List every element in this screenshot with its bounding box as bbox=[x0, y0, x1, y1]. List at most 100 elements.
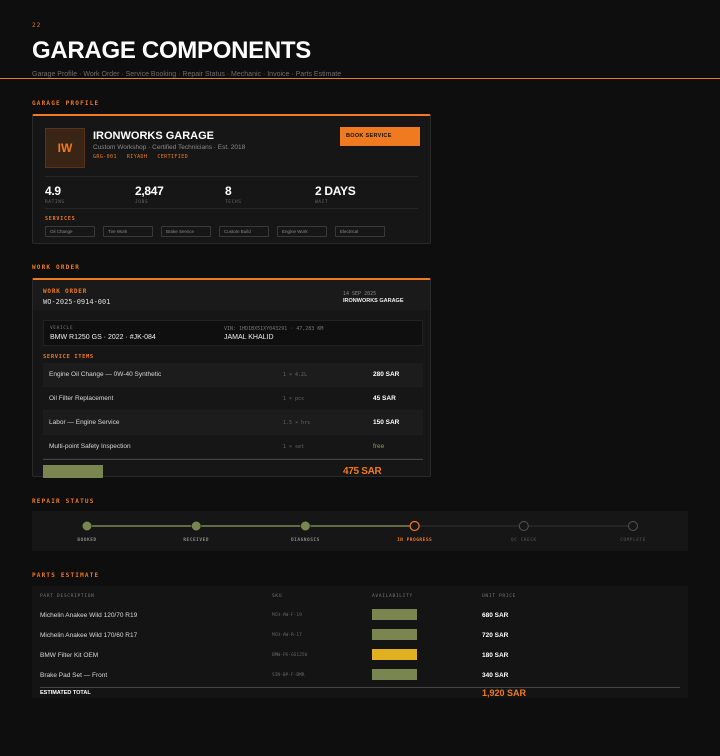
stat-value: 8 bbox=[225, 184, 232, 198]
status-step-label: IN PROGRESS bbox=[396, 538, 433, 543]
part-price: 340 SAR bbox=[482, 672, 509, 679]
tag-city: RIYADH bbox=[126, 154, 148, 160]
availability-bar bbox=[372, 669, 417, 680]
service-chip[interactable]: Oil Change bbox=[45, 226, 95, 237]
service-item-row: Multi-point Safety Inspection 1 × set fr… bbox=[43, 435, 423, 459]
service-items-label: SERVICE ITEMS bbox=[43, 354, 94, 360]
service-chip[interactable]: Engine Work bbox=[277, 226, 327, 237]
estimated-total-value: 1,920 SAR bbox=[482, 688, 527, 698]
stat-value: 4.9 bbox=[45, 184, 61, 198]
table-row: Brake Pad Set — Front SIN-BP-F-BMR 340 S… bbox=[32, 666, 688, 686]
garage-profile-card: IW IRONWORKS GARAGE Custom Workshop · Ce… bbox=[32, 114, 431, 244]
stat-jobs: 2,847 JOBS bbox=[135, 184, 225, 205]
service-item-qty: 1 × set bbox=[283, 444, 305, 450]
tag-id: GRG-001 bbox=[93, 154, 117, 160]
service-chip[interactable]: Tire Work bbox=[103, 226, 153, 237]
status-step-dot bbox=[191, 521, 201, 531]
status-step-label: RECEIVED bbox=[183, 538, 210, 543]
vehicle-info: VEHICLE BMW R1250 GS · 2022 · #JK-084 VI… bbox=[43, 320, 423, 346]
stat-label: RATING bbox=[45, 200, 65, 205]
stat-label: JOBS bbox=[135, 200, 149, 205]
total-divider bbox=[43, 459, 423, 460]
part-price: 680 SAR bbox=[482, 612, 509, 619]
service-item-qty: 1.5 × hrs bbox=[283, 420, 311, 426]
section-label-parts-estimate: PARTS ESTIMATE bbox=[32, 572, 100, 579]
part-sku: MCH-AW-F-19 bbox=[272, 613, 302, 618]
service-item-name: Engine Oil Change — 0W-40 Synthetic bbox=[49, 371, 162, 378]
service-item-price: free bbox=[373, 443, 385, 450]
garage-stats: 4.9 RATING 2,847 JOBS 8 TECHS 2 DAYS WAI… bbox=[45, 184, 405, 205]
service-item-row: Oil Filter Replacement 1 × pcs 45 SAR bbox=[43, 387, 423, 411]
stat-rating: 4.9 RATING bbox=[45, 184, 135, 205]
stat-label: WAIT bbox=[315, 200, 329, 205]
service-items-list: Engine Oil Change — 0W-40 Synthetic 1 × … bbox=[43, 363, 423, 459]
work-order-shop: IRONWORKS GARAGE bbox=[343, 298, 404, 304]
header-divider bbox=[0, 78, 720, 79]
part-name: Brake Pad Set — Front bbox=[40, 672, 108, 679]
page-title: GARAGE COMPONENTS bbox=[32, 37, 311, 64]
availability-bar bbox=[372, 649, 417, 660]
column-header-sku: SKU bbox=[272, 594, 283, 599]
divider bbox=[45, 176, 418, 177]
stat-wait: 2 DAYS WAIT bbox=[315, 184, 405, 205]
page-header: 22 GARAGE COMPONENTS Garage Profile · Wo… bbox=[32, 22, 341, 78]
part-price: 180 SAR bbox=[482, 652, 509, 659]
status-step-label: QC CHECK bbox=[510, 538, 537, 543]
service-chip[interactable]: Custom Build bbox=[219, 226, 269, 237]
availability-bar bbox=[372, 629, 417, 640]
status-bar bbox=[43, 465, 103, 478]
vehicle-name: BMW R1250 GS · 2022 · #JK-084 bbox=[50, 334, 156, 341]
services-list: Oil Change Tire Work Brake Service Custo… bbox=[45, 226, 385, 237]
status-step-dot bbox=[82, 521, 92, 531]
work-order-date: 14 SEP 2025 bbox=[343, 291, 377, 297]
section-label-profile: GARAGE PROFILE bbox=[32, 100, 100, 107]
service-item-qty: 1 × 4.2L bbox=[283, 372, 308, 378]
garage-logo: IW bbox=[45, 128, 85, 168]
repair-status-tracker: BOOKED RECEIVED DIAGNOSIS IN PROGRESS QC CHE… bbox=[32, 511, 688, 551]
status-step-dot bbox=[409, 520, 420, 532]
vehicle-vin: VIN: 1HD1BX51XY043291 · 47,283 KM bbox=[224, 326, 324, 332]
work-order-total: 475 SAR bbox=[343, 466, 382, 477]
stat-value: 2 DAYS bbox=[315, 184, 356, 198]
column-header-price: UNIT PRICE bbox=[482, 594, 517, 599]
estimated-total-label: ESTIMATED TOTAL bbox=[40, 690, 91, 696]
divider bbox=[45, 208, 418, 209]
status-step-dot bbox=[518, 521, 529, 531]
part-sku: SIN-BP-F-BMR bbox=[272, 673, 305, 678]
work-order-number: WO-2025-0914-001 bbox=[43, 298, 111, 306]
service-item-row: Labor — Engine Service 1.5 × hrs 150 SAR bbox=[43, 411, 423, 435]
stat-techs: 8 TECHS bbox=[225, 184, 315, 205]
vehicle-owner: JAMAL KHALID bbox=[224, 334, 274, 341]
column-header-availability: AVAILABILITY bbox=[372, 594, 413, 599]
work-order-card: WORK ORDER WO-2025-0914-001 14 SEP 2025 … bbox=[32, 278, 431, 478]
service-chip[interactable]: Brake Service bbox=[161, 226, 211, 237]
service-item-name: Multi-point Safety Inspection bbox=[49, 443, 131, 450]
part-sku: MCH-AW-R-17 bbox=[272, 633, 302, 638]
status-step-label: COMPLETE bbox=[620, 538, 646, 543]
status-step-label: DIAGNOSIS bbox=[290, 538, 320, 543]
service-item-price: 280 SAR bbox=[373, 371, 400, 378]
repair-status-track bbox=[82, 520, 638, 532]
work-order-header: WORK ORDER WO-2025-0914-001 14 SEP 2025 … bbox=[33, 280, 430, 310]
part-name: Michelin Anakee Wild 120/70 R19 bbox=[40, 612, 138, 619]
status-step-label: BOOKED bbox=[77, 538, 97, 543]
garage-tags: GRG-001 RIYADH CERTIFIED bbox=[93, 154, 188, 160]
table-row: Michelin Anakee Wild 120/70 R19 MCH-AW-F… bbox=[32, 606, 688, 626]
column-header-description: PART DESCRIPTION bbox=[40, 594, 95, 599]
service-item-price: 45 SAR bbox=[373, 395, 396, 402]
part-sku: BMW-FK-GS1250 bbox=[272, 653, 308, 658]
service-chip[interactable]: Electrical bbox=[335, 226, 385, 237]
stat-value: 2,847 bbox=[135, 184, 164, 198]
service-item-price: 150 SAR bbox=[373, 419, 400, 426]
section-label-repair-status: REPAIR STATUS bbox=[32, 498, 95, 505]
page-subtitle: Garage Profile · Work Order · Service Bo… bbox=[32, 71, 342, 78]
status-step-dot bbox=[300, 521, 310, 531]
availability-bar bbox=[372, 609, 417, 620]
tag-certified: CERTIFIED bbox=[157, 154, 189, 160]
part-price: 720 SAR bbox=[482, 632, 509, 639]
section-label-work-order: WORK ORDER bbox=[32, 264, 81, 271]
book-service-button[interactable]: BOOK SERVICE bbox=[340, 127, 420, 146]
total-divider bbox=[40, 687, 680, 688]
part-name: BMW Filter Kit OEM bbox=[40, 652, 99, 659]
garage-description: Custom Workshop · Certified Technicians … bbox=[93, 144, 246, 151]
